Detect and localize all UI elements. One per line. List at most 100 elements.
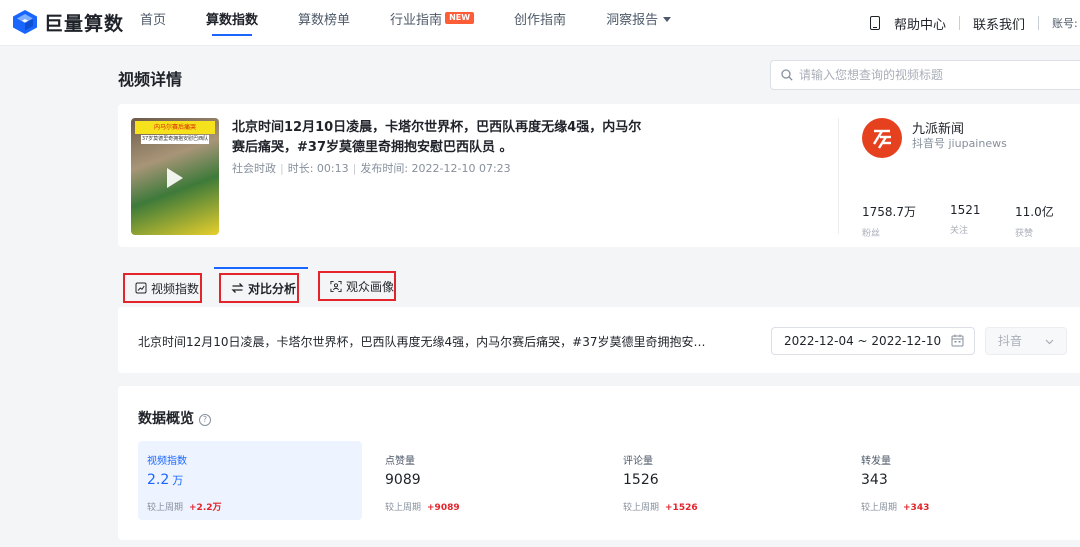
metric-value-row: 2.2 万 bbox=[147, 472, 353, 488]
nav-item-industry-guide[interactable]: 行业指南 NEW bbox=[390, 0, 475, 46]
stat-value: 1758.7万 bbox=[862, 205, 916, 219]
selected-video-title: 北京时间12月10日凌晨，卡塔尔世界杯，巴西队再度无缘4强，内马尔赛后痛哭，#3… bbox=[138, 335, 706, 349]
metric-compare-label: 较上周期 bbox=[861, 503, 898, 513]
divider bbox=[958, 16, 960, 30]
page-title: 视频详情 bbox=[118, 70, 183, 89]
video-duration: 时长: 00:13 bbox=[287, 162, 349, 175]
chevron-down-icon bbox=[1045, 339, 1054, 345]
metric-video-index[interactable]: 视频指数 2.2 万 较上周期 +2.2万 bbox=[138, 441, 362, 520]
stat-value: 1521 bbox=[950, 203, 981, 217]
main-nav: 首页 算数指数 算数榜单 行业指南 NEW 创作指南 洞察报告 bbox=[140, 0, 711, 46]
stat-value: 11.0亿 bbox=[1015, 205, 1054, 219]
compare-arrows-icon bbox=[231, 283, 244, 293]
logo-cube-icon bbox=[13, 10, 37, 34]
metric-unit: 万 bbox=[172, 474, 184, 487]
metric-value-row: 1526 bbox=[623, 472, 829, 488]
search-icon bbox=[781, 69, 793, 81]
divider bbox=[1038, 16, 1039, 30]
trend-chart-icon bbox=[135, 282, 147, 294]
nav-item-index[interactable]: 算数指数 bbox=[206, 0, 258, 46]
metric-compare-label: 较上周期 bbox=[623, 503, 660, 513]
metric-label: 转发量 bbox=[861, 456, 891, 467]
video-info-card: 内马尔赛后痛哭 37岁莫德里奇拥抱安慰巴西队员 北京时间12月10日凌晨，卡塔尔… bbox=[118, 104, 1080, 247]
tab-video-index[interactable]: 视频指数 bbox=[123, 273, 202, 303]
nav-item-rankings[interactable]: 算数榜单 bbox=[298, 0, 350, 46]
metric-compare-row: 较上周期 +1526 bbox=[623, 500, 829, 513]
nav-label: 创作指南 bbox=[514, 13, 567, 28]
video-search-box[interactable] bbox=[770, 60, 1080, 90]
tab-compare-analysis[interactable]: 对比分析 bbox=[219, 273, 299, 303]
nav-label: 首页 bbox=[140, 13, 167, 28]
author-stat-followers: 1758.7万 粉丝 bbox=[862, 203, 916, 239]
metric-value-row: 9089 bbox=[385, 472, 591, 488]
meta-separator: | bbox=[352, 162, 357, 175]
metric-delta: +1526 bbox=[665, 503, 698, 513]
nav-label: 算数指数 bbox=[206, 13, 259, 28]
header-right: 帮助中心 联系我们 账号: bbox=[869, 0, 1080, 46]
nav-label: 洞察报告 bbox=[606, 13, 659, 28]
audience-scan-icon bbox=[330, 280, 342, 292]
video-thumbnail[interactable]: 内马尔赛后痛哭 37岁莫德里奇拥抱安慰巴西队员 bbox=[131, 118, 219, 235]
video-publish-time: 发布时间: 2022-12-10 07:23 bbox=[360, 162, 511, 175]
date-range-picker[interactable]: 2022-12-04 ~ 2022-12-10 bbox=[771, 327, 975, 355]
contact-us-link[interactable]: 联系我们 bbox=[973, 14, 1025, 33]
author-stat-following: 1521 关注 bbox=[950, 203, 981, 236]
metric-compare-row: 较上周期 +9089 bbox=[385, 500, 591, 513]
nav-item-insight-reports[interactable]: 洞察报告 bbox=[606, 0, 672, 46]
overview-title: 数据概览? bbox=[138, 408, 211, 428]
metric-compare-label: 较上周期 bbox=[385, 503, 422, 513]
author-avatar[interactable] bbox=[862, 118, 902, 158]
metric-label: 点赞量 bbox=[385, 456, 415, 467]
mobile-phone-icon[interactable] bbox=[869, 16, 880, 30]
metric-compare-row: 较上周期 +2.2万 bbox=[147, 500, 353, 513]
tab-audience-profile[interactable]: 观众画像 bbox=[318, 271, 396, 301]
metric-delta: +343 bbox=[903, 503, 930, 513]
tab-label: 视频指数 bbox=[151, 281, 200, 296]
search-input[interactable] bbox=[799, 61, 1079, 89]
metric-value: 9089 bbox=[385, 472, 421, 488]
caret-down-icon bbox=[663, 17, 672, 22]
metric-shares[interactable]: 转发量 343 较上周期 +343 bbox=[852, 441, 1076, 520]
nav-label: 算数榜单 bbox=[298, 13, 351, 28]
stat-label: 粉丝 bbox=[862, 229, 881, 239]
metric-label: 评论量 bbox=[623, 456, 653, 467]
meta-separator: | bbox=[280, 162, 284, 175]
metric-value-row: 343 bbox=[861, 472, 1067, 488]
thumbnail-subcaption: 37岁莫德里奇拥抱安慰巴西队员 bbox=[141, 135, 209, 144]
tab-label: 观众画像 bbox=[345, 279, 394, 294]
stat-label: 获赞 bbox=[1015, 229, 1034, 239]
metric-value: 1526 bbox=[623, 472, 659, 488]
stat-label: 关注 bbox=[950, 226, 969, 236]
metric-delta: +9089 bbox=[427, 503, 460, 513]
top-header: 巨量算数 首页 算数指数 算数榜单 行业指南 NEW 创作指南 洞察报告 帮助中心… bbox=[0, 0, 1080, 46]
metric-delta: +2.2万 bbox=[189, 503, 222, 513]
platform-select[interactable]: 抖音 bbox=[985, 327, 1067, 355]
metric-compare-label: 较上周期 bbox=[147, 503, 184, 513]
metric-comments[interactable]: 评论量 1526 较上周期 +1526 bbox=[614, 441, 838, 520]
overview-title-text: 数据概览 bbox=[138, 411, 194, 427]
play-icon[interactable] bbox=[167, 168, 183, 188]
nav-item-creation-guide[interactable]: 创作指南 bbox=[514, 0, 566, 46]
metric-likes[interactable]: 点赞量 9089 较上周期 +9089 bbox=[376, 441, 600, 520]
active-tab-indicator bbox=[214, 267, 308, 269]
nav-item-home[interactable]: 首页 bbox=[140, 0, 166, 46]
jiupai-logo-icon bbox=[872, 129, 891, 149]
video-title[interactable]: 北京时间12月10日凌晨，卡塔尔世界杯，巴西队再度无缘4强，内马尔赛后痛哭，#3… bbox=[232, 118, 652, 158]
metric-value: 343 bbox=[861, 472, 888, 488]
question-circle-icon[interactable]: ? bbox=[199, 414, 211, 426]
metric-label: 视频指数 bbox=[147, 456, 187, 467]
metric-value: 2.2 bbox=[147, 472, 170, 488]
account-label[interactable]: 账号: bbox=[1052, 15, 1080, 31]
logo[interactable]: 巨量算数 bbox=[12, 8, 124, 36]
logo-text: 巨量算数 bbox=[44, 12, 125, 35]
metric-compare-row: 较上周期 +343 bbox=[861, 500, 1067, 513]
help-center-link[interactable]: 帮助中心 bbox=[894, 14, 946, 33]
date-range-value: 2022-12-04 ~ 2022-12-10 bbox=[784, 334, 942, 348]
nav-label: 行业指南 bbox=[390, 13, 443, 28]
thumbnail-caption: 内马尔赛后痛哭 bbox=[135, 121, 215, 134]
video-category: 社会时政 bbox=[232, 162, 276, 175]
author-handle: 抖音号 jiupainews bbox=[912, 137, 1007, 150]
tab-label: 对比分析 bbox=[248, 281, 297, 296]
new-badge: NEW bbox=[445, 12, 475, 24]
author-stat-likes: 11.0亿 获赞 bbox=[1015, 203, 1054, 239]
